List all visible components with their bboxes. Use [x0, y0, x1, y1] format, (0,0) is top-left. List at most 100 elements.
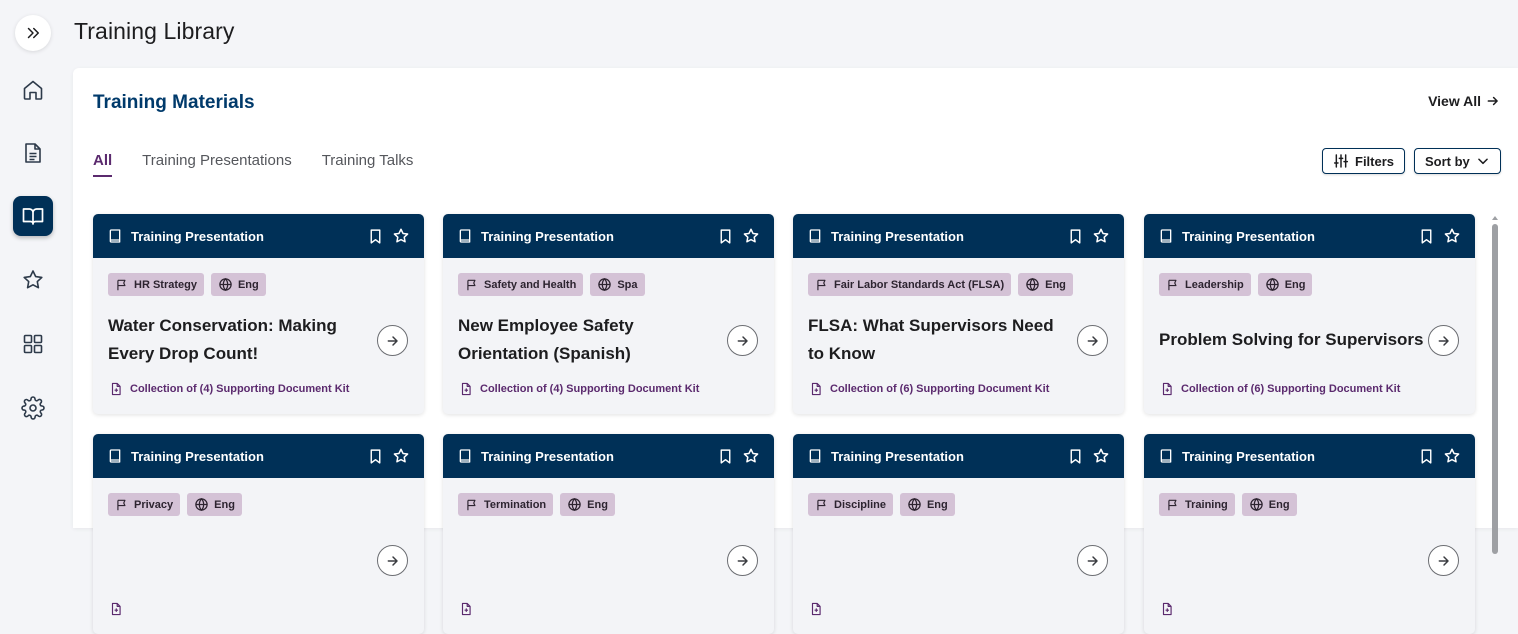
- open-card-button[interactable]: [727, 325, 758, 356]
- language-tag[interactable]: Eng: [187, 493, 242, 516]
- tab-training-talks[interactable]: Training Talks: [322, 152, 414, 177]
- scroll-up-arrow[interactable]: [1492, 216, 1498, 220]
- open-card-button[interactable]: [727, 545, 758, 576]
- globe-icon: [195, 497, 208, 512]
- document-kit-link[interactable]: [809, 602, 830, 616]
- training-card[interactable]: Training Presentation Leadership Eng Pro…: [1144, 214, 1475, 414]
- star-icon[interactable]: [1092, 227, 1110, 245]
- language-tag-label: Eng: [237, 278, 259, 291]
- language-tag[interactable]: Eng: [1241, 493, 1297, 516]
- bookmark-icon[interactable]: [717, 448, 734, 465]
- flag-icon: [1168, 279, 1177, 290]
- open-card-button[interactable]: [1077, 545, 1108, 576]
- open-card-button[interactable]: [377, 545, 408, 576]
- document-kit-link[interactable]: [109, 602, 130, 616]
- document-kit-link[interactable]: Collection of (4) Supporting Document Ki…: [109, 382, 349, 396]
- sort-by-button[interactable]: Sort by: [1414, 148, 1501, 174]
- sidebar-item-apps[interactable]: [13, 324, 53, 364]
- document-kit-link[interactable]: Collection of (6) Supporting Document Ki…: [1160, 382, 1400, 396]
- bookmark-icon[interactable]: [367, 448, 384, 465]
- sidebar-item-home[interactable]: [13, 70, 53, 110]
- bookmark-icon[interactable]: [1067, 448, 1084, 465]
- bookmark-icon[interactable]: [1418, 448, 1435, 465]
- document-kit-link[interactable]: [1160, 602, 1181, 616]
- language-tag[interactable]: Eng: [899, 493, 955, 516]
- card-title[interactable]: [1159, 532, 1424, 588]
- bookmark-icon[interactable]: [717, 228, 734, 245]
- star-icon[interactable]: [392, 447, 410, 465]
- document-kit-label: Collection of (4) Supporting Document Ki…: [480, 383, 700, 395]
- training-card[interactable]: Training Presentation Privacy Eng: [93, 434, 424, 634]
- open-card-button[interactable]: [377, 325, 408, 356]
- card-title[interactable]: Problem Solving for Supervisors: [1159, 312, 1424, 368]
- globe-icon: [1250, 497, 1263, 512]
- arrow-right-icon: [1087, 555, 1098, 566]
- tab-all[interactable]: All: [93, 152, 113, 177]
- open-card-button[interactable]: [1428, 545, 1459, 576]
- file-plus-icon: [1162, 382, 1172, 396]
- topic-tag[interactable]: Discipline: [808, 493, 893, 516]
- language-tag[interactable]: Eng: [560, 493, 615, 516]
- sidebar-item-training-library[interactable]: [13, 196, 53, 236]
- card-title[interactable]: [808, 532, 1073, 588]
- book-open-icon: [22, 208, 44, 225]
- tabs: All Training Presentations Training Talk…: [93, 152, 413, 177]
- topic-tag[interactable]: Fair Labor Standards Act (FLSA): [808, 273, 1012, 296]
- topic-tag[interactable]: Privacy: [108, 493, 181, 516]
- language-tag-label: Eng: [1045, 278, 1066, 291]
- flag-icon: [817, 279, 826, 290]
- card-tags: Training Eng: [1159, 493, 1297, 516]
- language-tag-label: Eng: [1268, 498, 1290, 511]
- tab-training-presentations[interactable]: Training Presentations: [142, 152, 292, 177]
- training-card[interactable]: Training Presentation Training Eng: [1144, 434, 1475, 634]
- expand-sidebar-button[interactable]: [15, 15, 51, 51]
- card-title[interactable]: [458, 532, 723, 588]
- bookmark-icon[interactable]: [1067, 228, 1084, 245]
- topic-tag[interactable]: Safety and Health: [458, 273, 584, 296]
- view-all-link[interactable]: View All: [1428, 93, 1500, 109]
- file-plus-icon: [111, 382, 121, 396]
- card-title[interactable]: [108, 532, 373, 588]
- document-kit-link[interactable]: Collection of (4) Supporting Document Ki…: [459, 382, 699, 396]
- bookmark-icon[interactable]: [367, 228, 384, 245]
- document-kit-link[interactable]: [459, 602, 480, 616]
- open-card-button[interactable]: [1428, 325, 1459, 356]
- sidebar-item-settings[interactable]: [13, 388, 53, 428]
- card-tags: Fair Labor Standards Act (FLSA) Eng: [808, 273, 1073, 296]
- book-icon: [1160, 229, 1172, 243]
- language-tag[interactable]: Eng: [1018, 273, 1073, 296]
- scrollbar-thumb[interactable]: [1492, 224, 1498, 554]
- star-icon[interactable]: [1443, 227, 1461, 245]
- language-tag[interactable]: Spa: [590, 273, 645, 296]
- topic-tag[interactable]: Leadership: [1159, 273, 1251, 296]
- training-card[interactable]: Training Presentation Safety and Health …: [443, 214, 774, 414]
- document-icon: [25, 143, 41, 163]
- training-card[interactable]: Training Presentation HR Strategy Eng Wa…: [93, 214, 424, 414]
- open-card-button[interactable]: [1077, 325, 1108, 356]
- star-icon[interactable]: [392, 227, 410, 245]
- sidebar-item-documents[interactable]: [13, 133, 53, 173]
- training-card[interactable]: Training Presentation Termination Eng: [443, 434, 774, 634]
- globe-icon: [598, 277, 612, 292]
- filters-button[interactable]: Filters: [1322, 148, 1406, 174]
- document-kit-link[interactable]: Collection of (6) Supporting Document Ki…: [809, 382, 1049, 396]
- scrollbar[interactable]: [1491, 216, 1499, 554]
- card-title[interactable]: FLSA: What Supervisors Need to Know: [808, 312, 1073, 368]
- card-title[interactable]: Water Conservation: Making Every Drop Co…: [108, 312, 373, 368]
- topic-tag[interactable]: HR Strategy: [108, 273, 204, 296]
- card-title[interactable]: New Employee Safety Orientation (Spanish…: [458, 312, 723, 368]
- star-icon[interactable]: [742, 227, 760, 245]
- language-tag[interactable]: Eng: [210, 273, 266, 296]
- language-tag-label: Spa: [617, 278, 638, 291]
- star-icon[interactable]: [1092, 447, 1110, 465]
- topic-tag[interactable]: Termination: [458, 493, 554, 516]
- bookmark-icon[interactable]: [1418, 228, 1435, 245]
- training-card[interactable]: Training Presentation Fair Labor Standar…: [793, 214, 1124, 414]
- language-tag[interactable]: Eng: [1257, 273, 1313, 296]
- star-icon[interactable]: [742, 447, 760, 465]
- training-card[interactable]: Training Presentation Discipline Eng: [793, 434, 1124, 634]
- topic-tag[interactable]: Training: [1159, 493, 1235, 516]
- sidebar-item-favorites[interactable]: [13, 260, 53, 300]
- star-icon[interactable]: [1443, 447, 1461, 465]
- language-tag-label: Eng: [587, 498, 608, 511]
